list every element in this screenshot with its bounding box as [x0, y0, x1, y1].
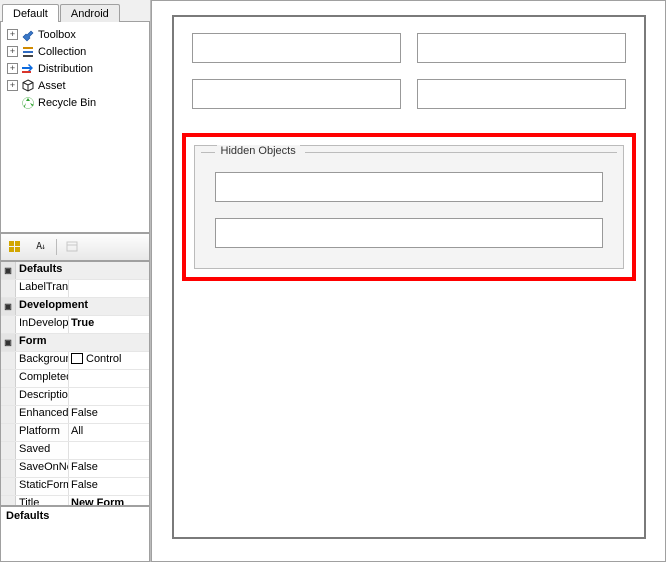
prop-row[interactable]: Title New Form — [1, 496, 149, 506]
hidden-objects-group[interactable]: Hidden Objects — [182, 133, 636, 281]
prop-value[interactable] — [69, 388, 149, 405]
alphabetical-button[interactable]: A↓ — [30, 237, 52, 257]
hidden-objects-legend: Hidden Objects — [217, 145, 300, 157]
prop-value[interactable]: Control — [69, 352, 149, 369]
cube-icon — [21, 79, 35, 93]
left-panel: Default Android + Toolbox + Coll — [0, 0, 151, 562]
toolbox-icon — [21, 28, 35, 42]
prop-name: InDevelopment — [16, 316, 69, 333]
form-field[interactable] — [417, 33, 626, 63]
property-pages-button — [61, 237, 83, 257]
tab-default[interactable]: Default — [2, 4, 59, 22]
prop-value[interactable] — [69, 280, 149, 297]
tabstrip: Default Android — [0, 0, 150, 21]
category-label: Development — [16, 298, 149, 315]
tree-label: Asset — [38, 80, 66, 92]
prop-row[interactable]: InDevelopment True — [1, 316, 149, 334]
form-field[interactable] — [192, 79, 401, 109]
recycle-icon — [21, 96, 35, 110]
expand-icon[interactable]: + — [7, 29, 18, 40]
tree-label: Collection — [38, 46, 86, 58]
expand-icon[interactable]: + — [7, 63, 18, 74]
tree-label: Toolbox — [38, 29, 76, 41]
form-surface[interactable]: Hidden Objects — [172, 15, 646, 539]
prop-row[interactable]: Saved — [1, 442, 149, 460]
prop-name: Saved — [16, 442, 69, 459]
form-field[interactable] — [192, 33, 401, 63]
property-grid[interactable]: ▣ Defaults LabelTranslate ▣ Development … — [0, 261, 150, 506]
prop-row[interactable]: Description — [1, 388, 149, 406]
stack-icon — [21, 45, 35, 59]
prop-value[interactable]: False — [69, 406, 149, 423]
collapse-icon[interactable]: ▣ — [1, 334, 16, 351]
prop-name: SaveOnNext — [16, 460, 69, 477]
app-root: Default Android + Toolbox + Coll — [0, 0, 666, 562]
expand-icon[interactable]: + — [7, 80, 18, 91]
tab-android[interactable]: Android — [60, 4, 120, 22]
category-label: Form — [16, 334, 149, 351]
tree-item-recycle[interactable]: Recycle Bin — [3, 94, 147, 111]
prop-value[interactable] — [69, 442, 149, 459]
color-swatch — [71, 353, 83, 364]
prop-name: LabelTranslate — [16, 280, 69, 297]
spacer — [7, 98, 18, 107]
tree-item-distribution[interactable]: + Distribution — [3, 60, 147, 77]
prop-name: Description — [16, 388, 69, 405]
category-row-form[interactable]: ▣ Form — [1, 334, 149, 352]
prop-row[interactable]: LabelTranslate — [1, 280, 149, 298]
fieldset: Hidden Objects — [194, 145, 624, 269]
form-field[interactable] — [417, 79, 626, 109]
prop-row[interactable]: StaticForm False — [1, 478, 149, 496]
tree-item-toolbox[interactable]: + Toolbox — [3, 26, 147, 43]
category-label: Defaults — [16, 262, 149, 279]
prop-value[interactable]: All — [69, 424, 149, 441]
prop-name: StaticForm — [16, 478, 69, 495]
tree-panel: + Toolbox + Collection + — [0, 21, 150, 233]
description-pane: Defaults — [0, 506, 150, 562]
arrows-icon — [21, 62, 35, 76]
tree-item-collection[interactable]: + Collection — [3, 43, 147, 60]
prop-name: CompletedFormVersion — [16, 370, 69, 387]
prop-value[interactable]: False — [69, 478, 149, 495]
collapse-icon[interactable]: ▣ — [1, 262, 16, 279]
tree: + Toolbox + Collection + — [1, 22, 149, 115]
tree-label: Recycle Bin — [38, 97, 96, 109]
collapse-icon[interactable]: ▣ — [1, 298, 16, 315]
prop-row[interactable]: Platform All — [1, 424, 149, 442]
property-toolbar: A↓ — [0, 233, 150, 260]
prop-value[interactable]: True — [69, 316, 149, 333]
prop-value[interactable]: New Form — [69, 496, 149, 506]
prop-name: Platform — [16, 424, 69, 441]
prop-row[interactable]: EnhancedPrinting False — [1, 406, 149, 424]
category-row-development[interactable]: ▣ Development — [1, 298, 149, 316]
prop-name: BackgroundColor — [16, 352, 69, 369]
designer-area: Hidden Objects — [151, 0, 666, 562]
categorized-button[interactable] — [4, 237, 26, 257]
prop-name: EnhancedPrinting — [16, 406, 69, 423]
hidden-field[interactable] — [215, 218, 603, 248]
prop-row[interactable]: BackgroundColor Control — [1, 352, 149, 370]
description-title: Defaults — [6, 510, 144, 522]
prop-row[interactable]: SaveOnNext False — [1, 460, 149, 478]
tree-label: Distribution — [38, 63, 93, 75]
tree-item-asset[interactable]: + Asset — [3, 77, 147, 94]
hidden-field[interactable] — [215, 172, 603, 202]
prop-row[interactable]: CompletedFormVersion — [1, 370, 149, 388]
prop-value[interactable] — [69, 370, 149, 387]
category-row-defaults[interactable]: ▣ Defaults — [1, 262, 149, 280]
prop-value[interactable]: False — [69, 460, 149, 477]
expand-icon[interactable]: + — [7, 46, 18, 57]
prop-name: Title — [16, 496, 69, 506]
